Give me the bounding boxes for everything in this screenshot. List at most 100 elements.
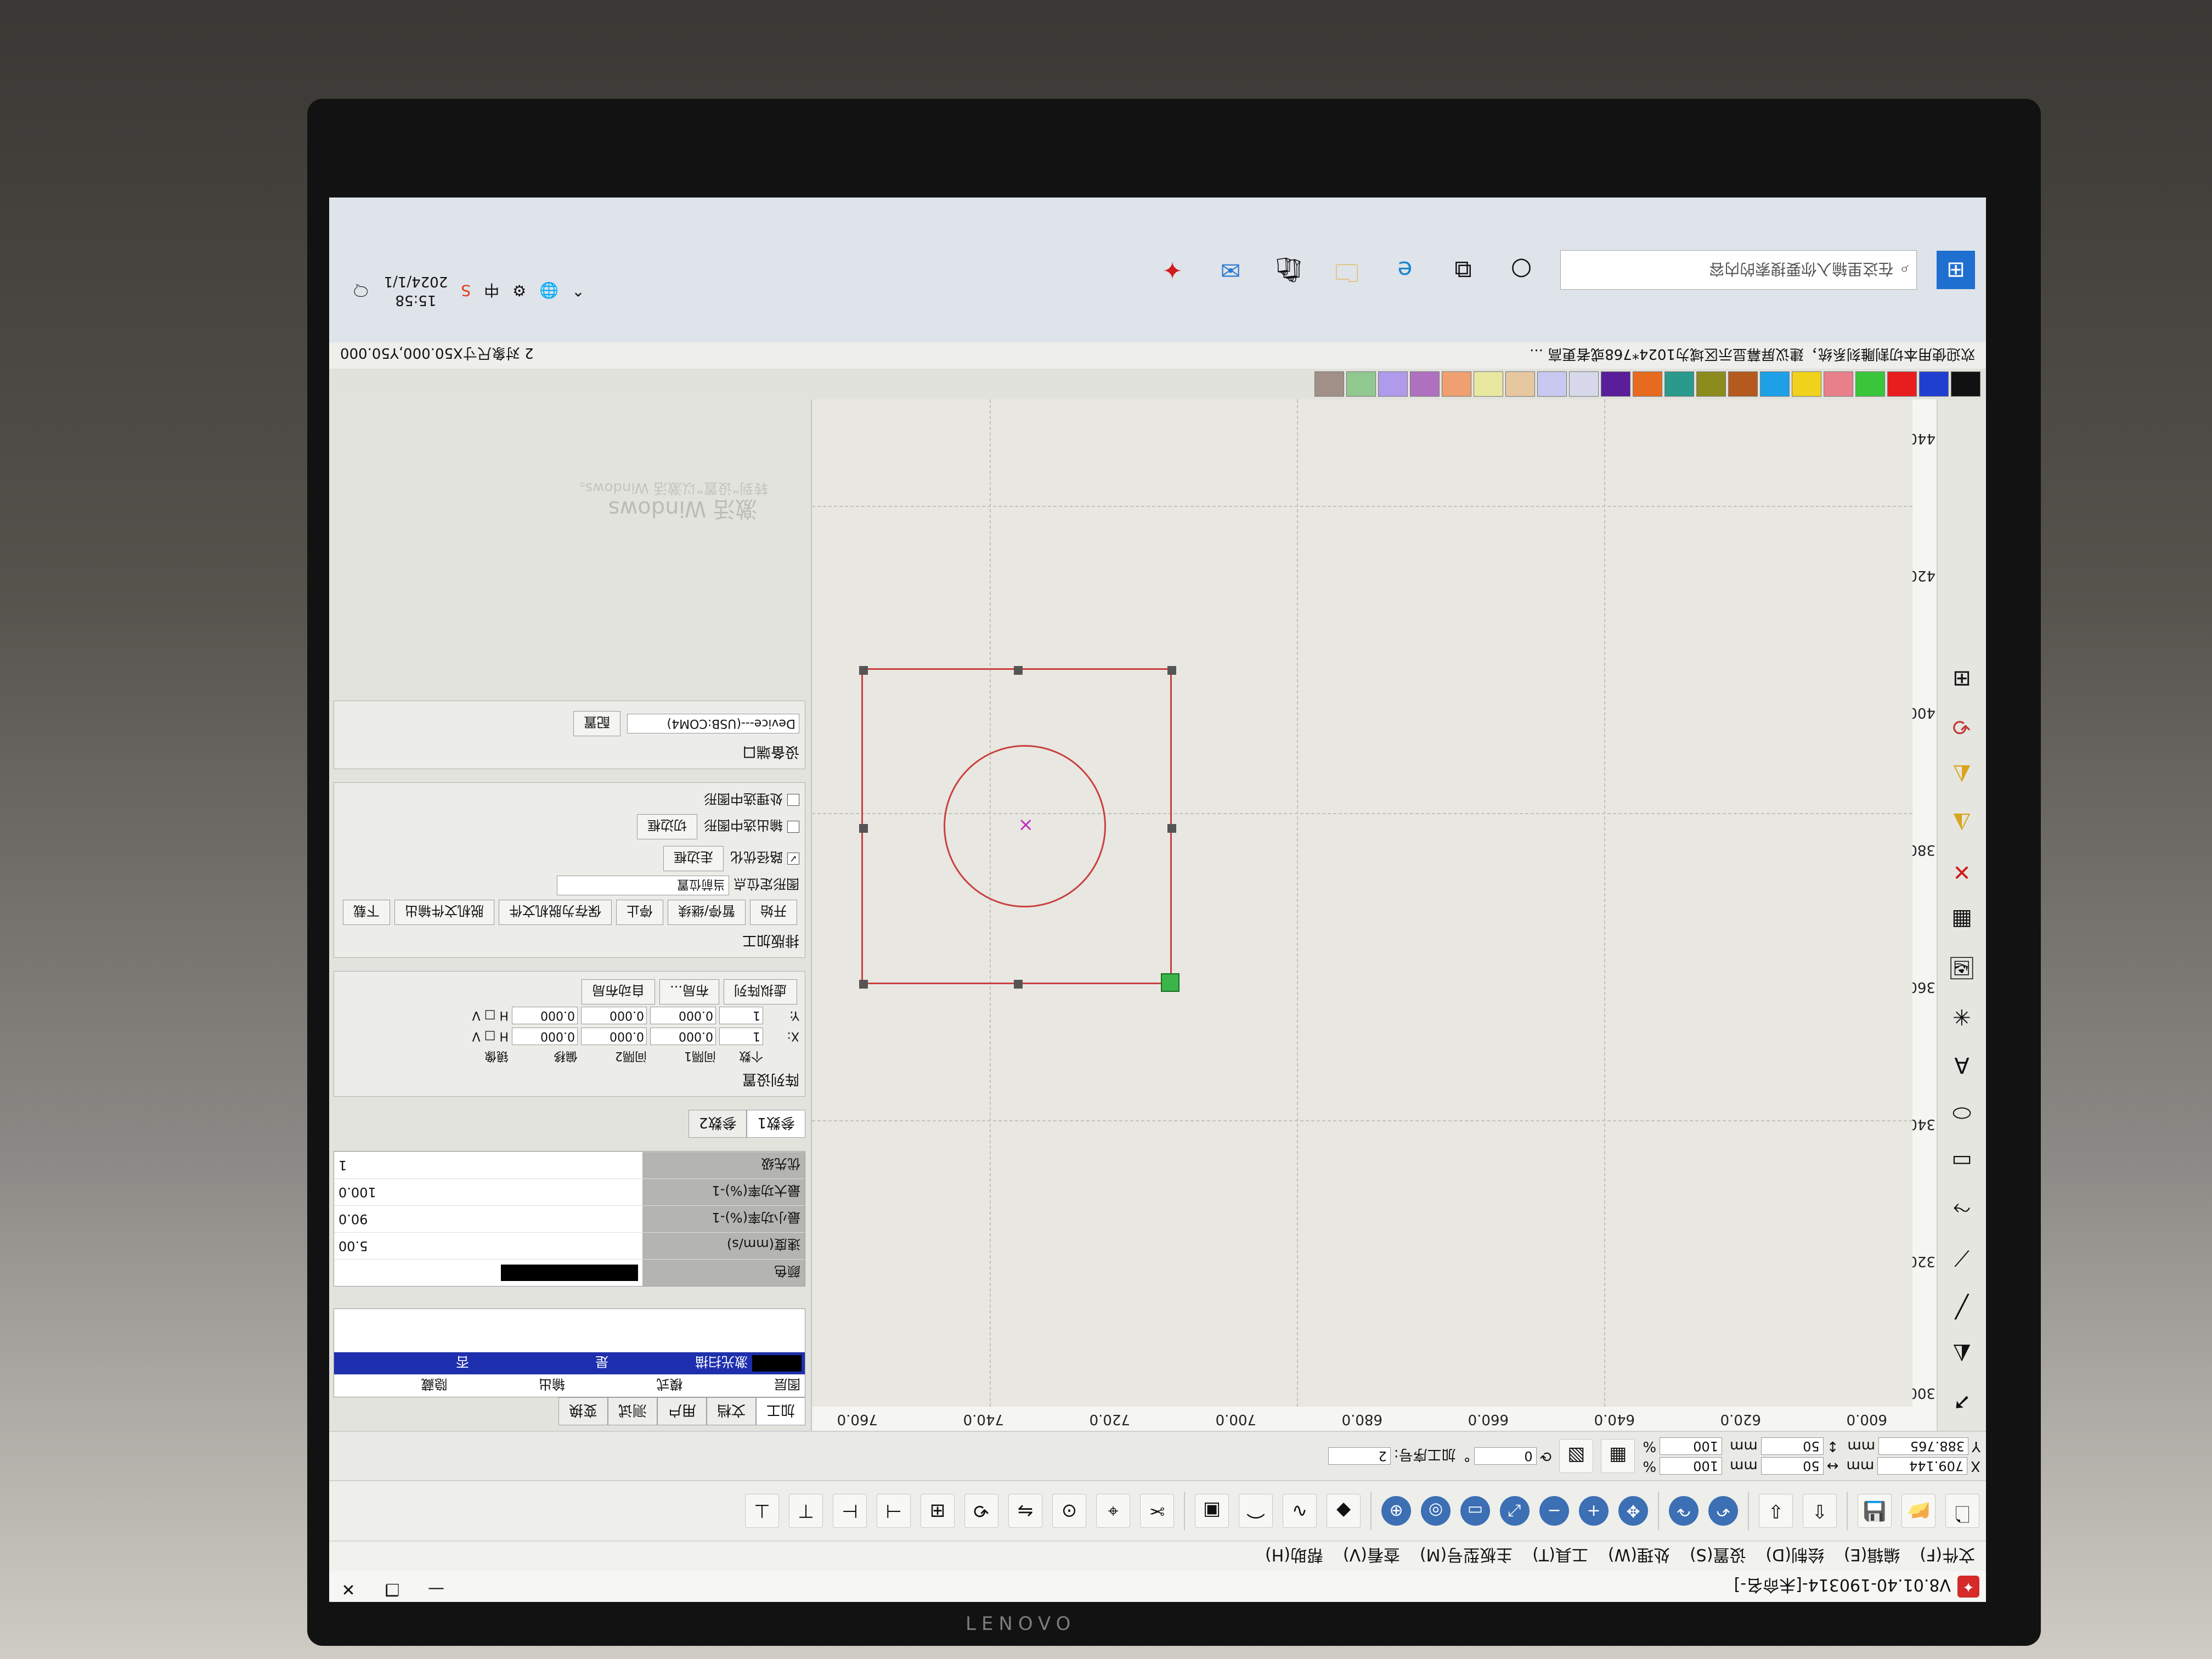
cut-point-icon[interactable]: ✂	[1140, 1494, 1174, 1528]
param-color-swatch[interactable]	[501, 1265, 638, 1281]
path-optimize-checkbox[interactable]: ✓	[787, 853, 799, 865]
start-button[interactable]: 开始	[750, 900, 797, 925]
pause-button[interactable]: 暂停/继续	[667, 900, 746, 925]
layout-button[interactable]: 布局...	[659, 979, 719, 1005]
zoom-in-icon[interactable]: +	[1579, 1496, 1609, 1526]
device-port-select[interactable]: Device---(USB:COM4)	[627, 714, 799, 733]
palette-swatch[interactable]	[1728, 371, 1758, 397]
path-optimize-row[interactable]: ✓ 路径优化 走边框	[340, 844, 799, 873]
tab-process[interactable]: 加工	[755, 1397, 805, 1425]
node-edit-icon[interactable]: ◆	[1327, 1494, 1361, 1528]
bitmap-tool-icon[interactable]: 🖼	[1945, 951, 1979, 985]
mirror-horizontal-icon[interactable]: ◮	[1945, 806, 1979, 840]
palette-swatch[interactable]	[1569, 371, 1599, 397]
selection-handle[interactable]	[859, 980, 868, 989]
network-icon[interactable]: 🌐	[539, 282, 558, 300]
palette-swatch[interactable]	[1887, 371, 1917, 397]
stop-button[interactable]: 停止	[616, 900, 663, 925]
rotate-tool-icon[interactable]: ⟲	[1945, 710, 1979, 744]
y-position-input[interactable]: 388.765	[1878, 1437, 1969, 1455]
size-lock-icon[interactable]: ▧	[1559, 1439, 1594, 1473]
selection-handle-start[interactable]	[1161, 973, 1180, 992]
menu-board-model[interactable]: 主板型号(M)	[1420, 1544, 1513, 1568]
align-right-icon[interactable]: ⊢	[833, 1494, 867, 1528]
array-offset-y[interactable]: 0.000	[512, 1007, 578, 1024]
output-selected-checkbox[interactable]	[787, 821, 799, 833]
mirror-icon[interactable]: ⇋	[1008, 1494, 1042, 1528]
height-input[interactable]: 50	[1760, 1437, 1824, 1455]
save-file-icon[interactable]: 💾	[1858, 1494, 1892, 1528]
array-icon[interactable]: ⊞	[921, 1494, 955, 1528]
redo-icon[interactable]: ↷	[1669, 1496, 1699, 1526]
palette-swatch[interactable]	[1601, 371, 1630, 397]
selection-handle[interactable]	[1014, 980, 1023, 989]
x-position-input[interactable]: 709.144	[1877, 1457, 1968, 1475]
array-mirror-y[interactable]: H □ V	[443, 1009, 509, 1023]
lock-ratio-icon[interactable]: ▦	[1601, 1439, 1635, 1473]
rotation-input[interactable]: 0	[1474, 1447, 1537, 1465]
palette-swatch[interactable]	[1919, 371, 1949, 397]
param-value[interactable]: 100.0	[334, 1184, 642, 1200]
palette-swatch[interactable]	[1378, 371, 1408, 397]
pan-icon[interactable]: ✥	[1618, 1496, 1648, 1526]
file-explorer-icon[interactable]: 🗀	[1328, 251, 1366, 289]
param-value[interactable]: 1	[334, 1158, 642, 1173]
tab-test[interactable]: 测试	[607, 1397, 657, 1425]
set-origin-icon[interactable]: ⌖	[1096, 1494, 1130, 1528]
curve-tool-icon[interactable]: ⤳	[1945, 1193, 1979, 1227]
undo-icon[interactable]: ↶	[1708, 1496, 1738, 1526]
node-tool-icon[interactable]: ◭	[1945, 1338, 1979, 1372]
array-gap1-y[interactable]: 0.000	[650, 1007, 716, 1024]
tab-param-1[interactable]: 参数1	[747, 1110, 805, 1138]
menu-settings[interactable]: 设置(S)	[1690, 1544, 1746, 1568]
polyline-tool-icon[interactable]: ⟋	[1945, 1241, 1979, 1275]
close-button[interactable]: ✕	[335, 1579, 362, 1599]
point-tool-icon[interactable]: ✳	[1945, 1000, 1979, 1034]
delete-tool-icon[interactable]: ✕	[1945, 855, 1979, 889]
selection-handle[interactable]	[859, 666, 868, 675]
width-input[interactable]: 50	[1760, 1457, 1824, 1475]
array-offset-x[interactable]: 0.000	[512, 1028, 578, 1045]
maximize-button[interactable]: ❐	[379, 1579, 406, 1599]
palette-swatch[interactable]	[1410, 371, 1440, 397]
process-selected-checkbox[interactable]	[787, 794, 799, 806]
tab-param-2[interactable]: 参数2	[688, 1110, 747, 1138]
layer-row[interactable]: 激光扫描 是 否	[334, 1352, 805, 1374]
palette-swatch[interactable]	[1792, 371, 1821, 397]
selection-handle[interactable]	[859, 824, 868, 833]
minimize-button[interactable]: —	[422, 1579, 450, 1599]
store-icon[interactable]: 🛍	[1269, 251, 1308, 289]
ellipse-tool-icon[interactable]: ⬭	[1945, 1096, 1979, 1130]
close-curve-icon[interactable]: ⌒	[1239, 1494, 1273, 1528]
clock[interactable]: 15:58 2024/1/1	[384, 272, 448, 309]
palette-swatch[interactable]	[1633, 371, 1662, 397]
array-gap2-y[interactable]: 0.000	[581, 1007, 647, 1024]
align-left-icon[interactable]: ⊣	[877, 1494, 911, 1528]
configure-button[interactable]: 配置	[573, 711, 620, 736]
open-file-icon[interactable]: 📂	[1901, 1494, 1936, 1528]
process-order-input[interactable]: 2	[1328, 1447, 1391, 1465]
rotate-icon[interactable]: ⟲	[964, 1494, 998, 1528]
notification-icon[interactable]: 🗨	[351, 282, 371, 300]
output-selected-row[interactable]: 输出选中图形 切边框	[340, 812, 799, 842]
zoom-page-icon[interactable]: ▭	[1460, 1496, 1490, 1526]
mirror-vertical-icon[interactable]: ◭	[1945, 758, 1979, 792]
palette-swatch[interactable]	[1346, 371, 1376, 397]
menu-draw[interactable]: 绘制(D)	[1765, 1544, 1824, 1568]
line-tool-icon[interactable]: ╱	[1945, 1289, 1979, 1323]
param-value[interactable]: 90.0	[334, 1211, 642, 1227]
position-select[interactable]: 当前位置	[557, 876, 729, 895]
zoom-fit-icon[interactable]: ⤢	[1500, 1496, 1530, 1526]
array-gap1-x[interactable]: 0.000	[650, 1028, 716, 1045]
height-scale-input[interactable]: 100	[1660, 1437, 1723, 1455]
tray-expand-icon[interactable]: ⌃	[572, 282, 584, 300]
export-icon[interactable]: ⇩	[1759, 1494, 1793, 1528]
palette-swatch[interactable]	[1696, 371, 1726, 397]
cortana-icon[interactable]: ○	[1502, 251, 1541, 289]
menu-process[interactable]: 处理(W)	[1608, 1544, 1670, 1568]
zoom-out-icon[interactable]: −	[1539, 1496, 1569, 1526]
palette-swatch[interactable]	[1664, 371, 1694, 397]
palette-swatch[interactable]	[1824, 371, 1853, 397]
grid-tool-icon[interactable]: ▦	[1945, 903, 1979, 937]
array-gap2-x[interactable]: 0.000	[581, 1028, 647, 1045]
